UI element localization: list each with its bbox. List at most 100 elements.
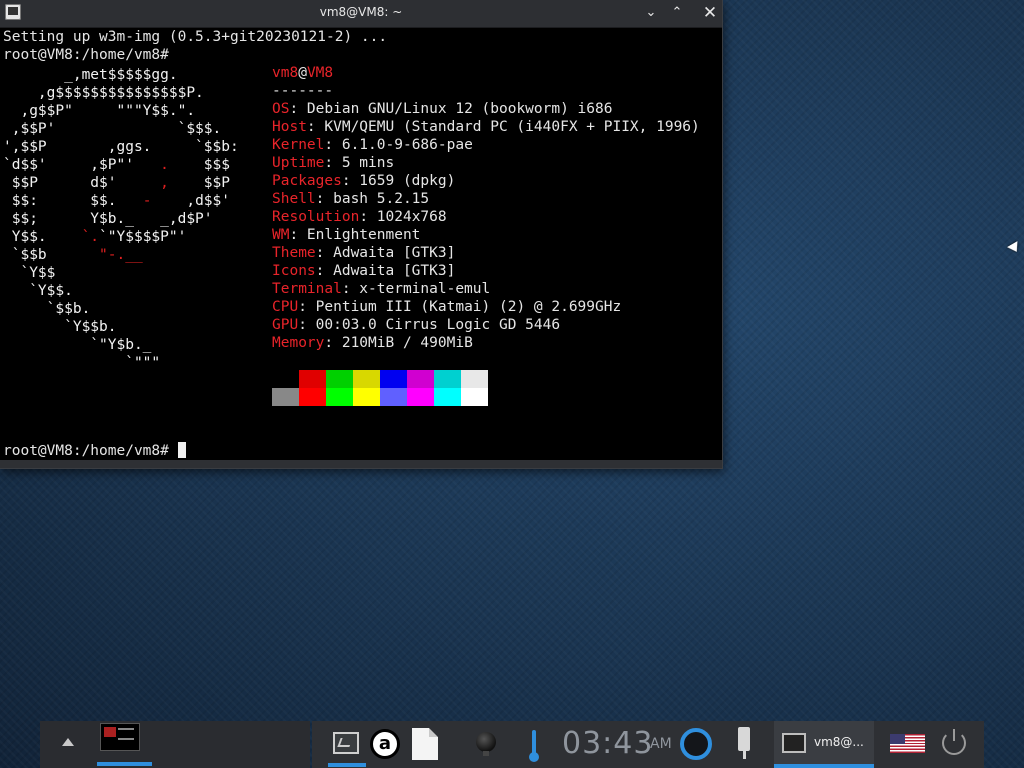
- info-row: Uptime: 5 mins: [272, 154, 394, 172]
- separator: -------: [272, 83, 334, 99]
- info-value: : Enlightenment: [289, 227, 421, 243]
- info-row: Host: KVM/QEMU (Standard PC (i440FX + PI…: [272, 118, 700, 136]
- color-swatch: [299, 388, 326, 406]
- info-value: : 210MiB / 490MiB: [324, 335, 473, 351]
- prompt-bottom: root@VM8:/home/vm8#: [3, 442, 186, 460]
- info-value: : 5 mins: [324, 155, 395, 171]
- color-swatch: [272, 370, 299, 388]
- info-value: : Debian GNU/Linux 12 (bookworm) i686: [289, 101, 613, 117]
- power-icon[interactable]: [942, 729, 966, 755]
- power-plug-icon[interactable]: [738, 727, 750, 759]
- minimize-button[interactable]: ⌄: [641, 3, 661, 23]
- info-row: WM: Enlightenment: [272, 226, 420, 244]
- color-swatch: [434, 370, 461, 388]
- close-button[interactable]: ✕: [700, 3, 720, 23]
- prompt-text: root@VM8:/home/vm8#: [3, 443, 178, 459]
- clock-time[interactable]: 03:43: [562, 726, 653, 761]
- setup-line: Setting up w3m-img (0.5.3+git20230121-2)…: [3, 29, 388, 45]
- user-name: vm8: [272, 65, 299, 81]
- color-swatch: [434, 388, 461, 406]
- color-swatch: [461, 388, 488, 406]
- task-item-terminal[interactable]: vm8@...: [774, 721, 874, 768]
- terminal-launcher-icon[interactable]: [333, 732, 359, 754]
- network-ring-icon[interactable]: [680, 728, 712, 760]
- info-row: Resolution: 1024x768: [272, 208, 447, 226]
- info-row: Packages: 1659 (dpkg): [272, 172, 455, 190]
- info-label: OS: [272, 101, 290, 117]
- color-swatch: [326, 388, 353, 406]
- color-swatch: [407, 370, 434, 388]
- maximize-button[interactable]: ⌃: [667, 3, 687, 23]
- at-sign: @: [298, 65, 307, 81]
- file-launcher-icon[interactable]: [412, 728, 438, 760]
- info-value: : Adwaita [GTK3]: [315, 263, 456, 279]
- main-shelf: a 03:43 AM vm8@...: [312, 721, 984, 768]
- window-title: vm8@VM8: ~: [319, 5, 403, 19]
- color-palette: [272, 370, 488, 406]
- info-row: Shell: bash 5.2.15: [272, 190, 429, 208]
- info-value: : 1659 (dpkg): [341, 173, 456, 189]
- info-row: Kernel: 6.1.0-9-686-pae: [272, 136, 473, 154]
- debian-ascii-logo: _,met$$$$$gg. ,g$$$$$$$$$$$$$$$P. ,g$$P"…: [3, 67, 239, 371]
- shelf-up-arrow-icon[interactable]: [62, 738, 74, 746]
- info-row: OS: Debian GNU/Linux 12 (bookworm) i686: [272, 100, 612, 118]
- info-label: Kernel: [272, 137, 325, 153]
- bulb-icon[interactable]: [476, 732, 496, 756]
- info-row: Icons: Adwaita [GTK3]: [272, 262, 455, 280]
- mouse-pointer-icon: [1007, 241, 1022, 255]
- info-value: : 6.1.0-9-686-pae: [324, 137, 473, 153]
- color-swatch: [407, 388, 434, 406]
- prompt-line: root@VM8:/home/vm8#: [3, 47, 169, 63]
- info-label: GPU: [272, 317, 299, 333]
- info-value: : bash 5.2.15: [315, 191, 430, 207]
- info-label: WM: [272, 227, 290, 243]
- info-row: GPU: 00:03.0 Cirrus Logic GD 5446: [272, 316, 560, 334]
- user-host: vm8@VM8: [272, 64, 333, 82]
- color-swatch: [326, 370, 353, 388]
- taskbar: a 03:43 AM vm8@...: [40, 721, 984, 768]
- text-cursor: [177, 442, 186, 458]
- a-launcher-icon[interactable]: a: [370, 729, 400, 759]
- info-value: : KVM/QEMU (Standard PC (i440FX + PIIX, …: [306, 119, 700, 135]
- info-label: Packages: [272, 173, 342, 189]
- desktop-pager-thumbnail[interactable]: [100, 723, 140, 751]
- info-value: : x-terminal-emul: [341, 281, 491, 297]
- color-swatch: [299, 370, 326, 388]
- info-value: : 1024x768: [359, 209, 447, 225]
- host-name: VM8: [306, 65, 334, 81]
- info-label: Theme: [272, 245, 316, 261]
- info-label: Resolution: [272, 209, 360, 225]
- us-flag-icon[interactable]: [890, 734, 925, 753]
- palette-row-bright: [272, 388, 488, 406]
- info-label: CPU: [272, 299, 299, 315]
- palette-row-normal: [272, 370, 488, 388]
- color-swatch: [353, 388, 380, 406]
- pager-shelf: [40, 721, 310, 768]
- info-value: : Pentium III (Katmai) (2) @ 2.699GHz: [298, 299, 622, 315]
- info-label: Terminal: [272, 281, 342, 297]
- terminal-window[interactable]: vm8@VM8: ~ ⌄ ⌃ ✕ Setting up w3m-img (0.5…: [0, 0, 722, 468]
- info-value: : Adwaita [GTK3]: [315, 245, 456, 261]
- clock-ampm[interactable]: AM: [650, 736, 672, 752]
- info-row: CPU: Pentium III (Katmai) (2) @ 2.699GHz: [272, 298, 621, 316]
- info-row: Memory: 210MiB / 490MiB: [272, 334, 473, 352]
- info-label: Memory: [272, 335, 325, 351]
- info-label: Icons: [272, 263, 316, 279]
- window-titlebar[interactable]: vm8@VM8: ~ ⌄ ⌃ ✕: [0, 0, 722, 28]
- info-label: Host: [272, 119, 307, 135]
- window-bottom-border[interactable]: [0, 460, 722, 468]
- color-swatch: [461, 370, 488, 388]
- info-label: Shell: [272, 191, 316, 207]
- info-value: : 00:03.0 Cirrus Logic GD 5446: [298, 317, 561, 333]
- task-terminal-icon: [782, 733, 806, 753]
- task-label: vm8@...: [814, 735, 864, 749]
- info-label: Uptime: [272, 155, 325, 171]
- pager-active-indicator: [97, 762, 152, 766]
- color-swatch: [272, 388, 299, 406]
- task-active-indicator: [774, 764, 874, 768]
- color-swatch: [380, 388, 407, 406]
- thermometer-icon[interactable]: [529, 730, 539, 762]
- terminal-output[interactable]: Setting up w3m-img (0.5.3+git20230121-2)…: [0, 28, 722, 460]
- info-row: Terminal: x-terminal-emul: [272, 280, 490, 298]
- color-swatch: [353, 370, 380, 388]
